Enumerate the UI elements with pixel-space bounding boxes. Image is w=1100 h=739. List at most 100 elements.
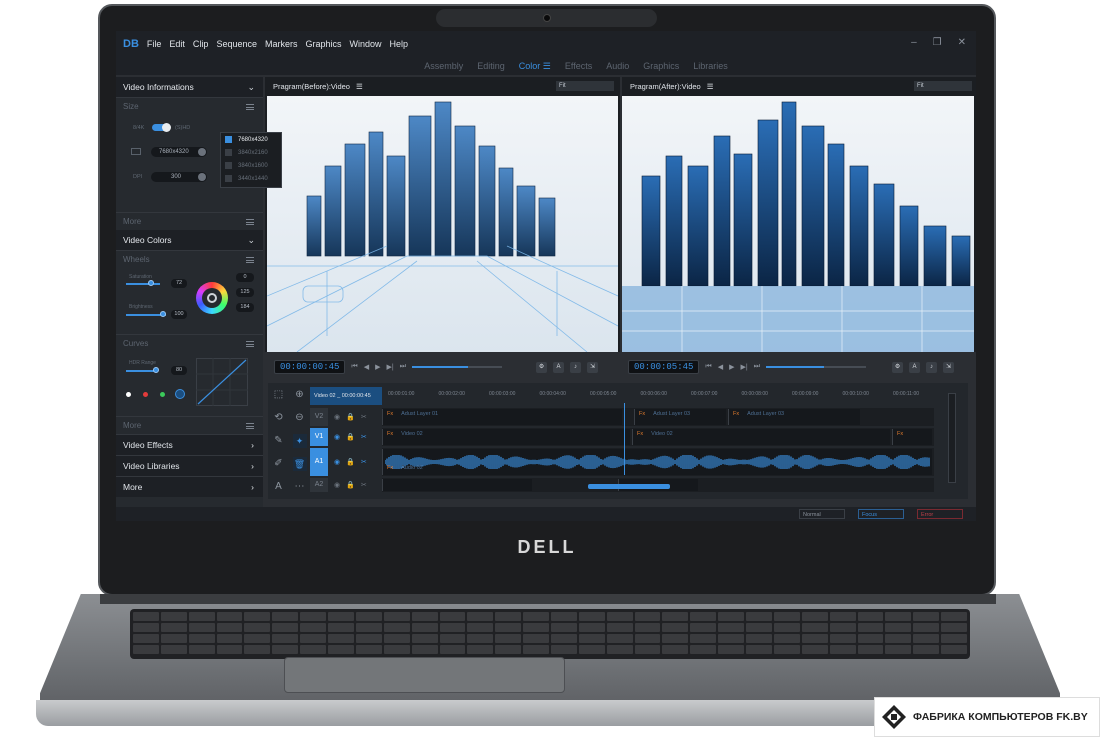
saturation-value[interactable]: 72: [171, 279, 187, 288]
settings-icon[interactable]: ⚙: [536, 361, 548, 373]
audio-clip[interactable]: Fx Audio 02: [382, 449, 932, 475]
resolution-option[interactable]: 3840x1600: [221, 159, 281, 172]
tab-audio[interactable]: Audio: [606, 61, 629, 71]
video-effects-link[interactable]: Video Effects ›: [116, 434, 263, 455]
audio-icon[interactable]: ♪: [570, 361, 582, 373]
menu-clip[interactable]: Clip: [193, 39, 209, 49]
delete-icon[interactable]: 🗑: [292, 456, 307, 471]
select-tool-icon[interactable]: ⬚: [274, 389, 283, 400]
blue-swatch[interactable]: [175, 389, 185, 399]
step-forward-icon[interactable]: ⏭: [400, 363, 406, 371]
red-swatch[interactable]: [143, 392, 148, 397]
eye-icon[interactable]: ◉: [334, 433, 340, 441]
status-focus[interactable]: Focus: [858, 509, 904, 519]
brightness-knob[interactable]: [160, 311, 166, 317]
clip[interactable]: Fx Video 02: [632, 429, 890, 445]
hdr-slider[interactable]: [126, 370, 156, 372]
resolution-option[interactable]: 3840x2160: [221, 146, 281, 159]
color-wheel[interactable]: [196, 282, 228, 314]
timeline-ruler[interactable]: Video 02 _ 00:00:00:45 00:00:01:00 00:00:…: [310, 387, 934, 405]
video-libraries-link[interactable]: Video Libraries ›: [116, 455, 263, 476]
restore-icon[interactable]: ❐: [933, 37, 942, 48]
playhead[interactable]: [624, 403, 625, 475]
tool-icon[interactable]: ✂: [361, 433, 367, 441]
more-icon[interactable]: ⋯: [295, 481, 305, 492]
menu-icon[interactable]: [246, 340, 254, 347]
menu-sequence[interactable]: Sequence: [216, 39, 257, 49]
lock-icon[interactable]: 🔒: [346, 481, 355, 489]
resolution-option[interactable]: 7680x4320: [221, 133, 281, 146]
brush-tool-icon[interactable]: ✐: [274, 458, 282, 469]
clip[interactable]: Fx Adust Layer 03: [728, 409, 860, 425]
after-scrubber[interactable]: [766, 366, 867, 368]
menu-icon[interactable]: [246, 103, 254, 110]
frame-forward-icon[interactable]: ▶|: [741, 363, 748, 371]
clip[interactable]: Fx Video 02: [382, 429, 630, 445]
menu-icon[interactable]: [246, 256, 254, 263]
brightness-value[interactable]: 100: [171, 310, 187, 319]
menu-markers[interactable]: Markers: [265, 39, 298, 49]
blue-value[interactable]: 184: [236, 303, 254, 312]
pen-tool-icon[interactable]: ✎: [274, 435, 282, 446]
menu-window[interactable]: Window: [350, 39, 382, 49]
more-section-2[interactable]: More: [116, 416, 263, 434]
lock-icon[interactable]: 🔒: [346, 433, 355, 441]
more-section-1[interactable]: More: [116, 212, 263, 230]
status-error[interactable]: Error: [917, 509, 963, 519]
ripple-tool-icon[interactable]: ⟲: [274, 412, 282, 423]
play-icon[interactable]: ▶: [375, 363, 380, 371]
resolution-select[interactable]: 7680x4320: [151, 147, 207, 157]
tab-color[interactable]: Color ☰: [519, 61, 551, 72]
tool-icon[interactable]: ✂: [361, 413, 367, 421]
step-back-icon[interactable]: ⏮: [351, 363, 357, 371]
close-icon[interactable]: ✕: [958, 37, 966, 48]
track-label-v2[interactable]: V2: [310, 408, 328, 426]
eye-icon[interactable]: ◉: [334, 458, 340, 466]
frame-back-icon[interactable]: ◀: [718, 363, 723, 371]
menu-help[interactable]: Help: [390, 39, 409, 49]
step-back-icon[interactable]: ⏮: [705, 363, 711, 371]
eye-icon[interactable]: ◉: [334, 481, 340, 489]
export-icon[interactable]: ⇲: [943, 361, 955, 373]
audio-icon[interactable]: ♪: [926, 361, 938, 373]
menu-edit[interactable]: Edit: [169, 39, 185, 49]
step-forward-icon[interactable]: ⏭: [754, 363, 760, 371]
menu-graphics[interactable]: Graphics: [306, 39, 342, 49]
tool-icon[interactable]: ✂: [361, 458, 367, 466]
timeline-scrollbar[interactable]: [588, 484, 670, 489]
status-normal[interactable]: Normal: [799, 509, 845, 519]
red-value[interactable]: 0: [236, 273, 254, 282]
green-swatch[interactable]: [160, 392, 165, 397]
text-tool-icon[interactable]: A: [275, 481, 282, 492]
lock-icon[interactable]: 🔒: [346, 413, 355, 421]
hdr-value[interactable]: 80: [171, 366, 187, 375]
resolution-option[interactable]: 3440x1440: [221, 172, 281, 185]
track-label-a1[interactable]: A1: [310, 448, 328, 476]
export-icon[interactable]: ⇲: [587, 361, 599, 373]
clip[interactable]: [382, 479, 532, 491]
saturation-knob[interactable]: [148, 280, 154, 286]
clip[interactable]: Fx: [892, 429, 932, 445]
track-label-v1[interactable]: V1: [310, 428, 328, 446]
tool-icon[interactable]: ✂: [361, 481, 367, 489]
clip[interactable]: Fx Adust Layer 03: [634, 409, 726, 425]
before-scrubber[interactable]: [412, 366, 503, 368]
curves-graph[interactable]: [196, 358, 248, 406]
resolution-toggle[interactable]: [152, 123, 171, 132]
text-icon[interactable]: A: [553, 361, 565, 373]
eye-icon[interactable]: ◉: [334, 413, 340, 421]
frame-back-icon[interactable]: ◀: [364, 363, 369, 371]
track-label-a2[interactable]: A2: [310, 478, 328, 492]
tab-editing[interactable]: Editing: [477, 61, 505, 71]
before-fit-select[interactable]: Fit: [556, 81, 614, 91]
menu-file[interactable]: File: [147, 39, 162, 49]
hdr-knob[interactable]: [153, 367, 159, 373]
settings-icon[interactable]: ⚙: [892, 361, 904, 373]
lock-icon[interactable]: 🔒: [346, 458, 355, 466]
zoom-out-icon[interactable]: ⊖: [295, 412, 303, 423]
video-info-header[interactable]: Video Informations ⌄: [116, 77, 263, 97]
clip[interactable]: Fx Adust Layer 01: [382, 409, 622, 425]
before-timecode[interactable]: 00:00:00:45: [274, 360, 346, 374]
after-fit-select[interactable]: Fit: [914, 81, 972, 91]
minimize-icon[interactable]: –: [911, 37, 917, 48]
